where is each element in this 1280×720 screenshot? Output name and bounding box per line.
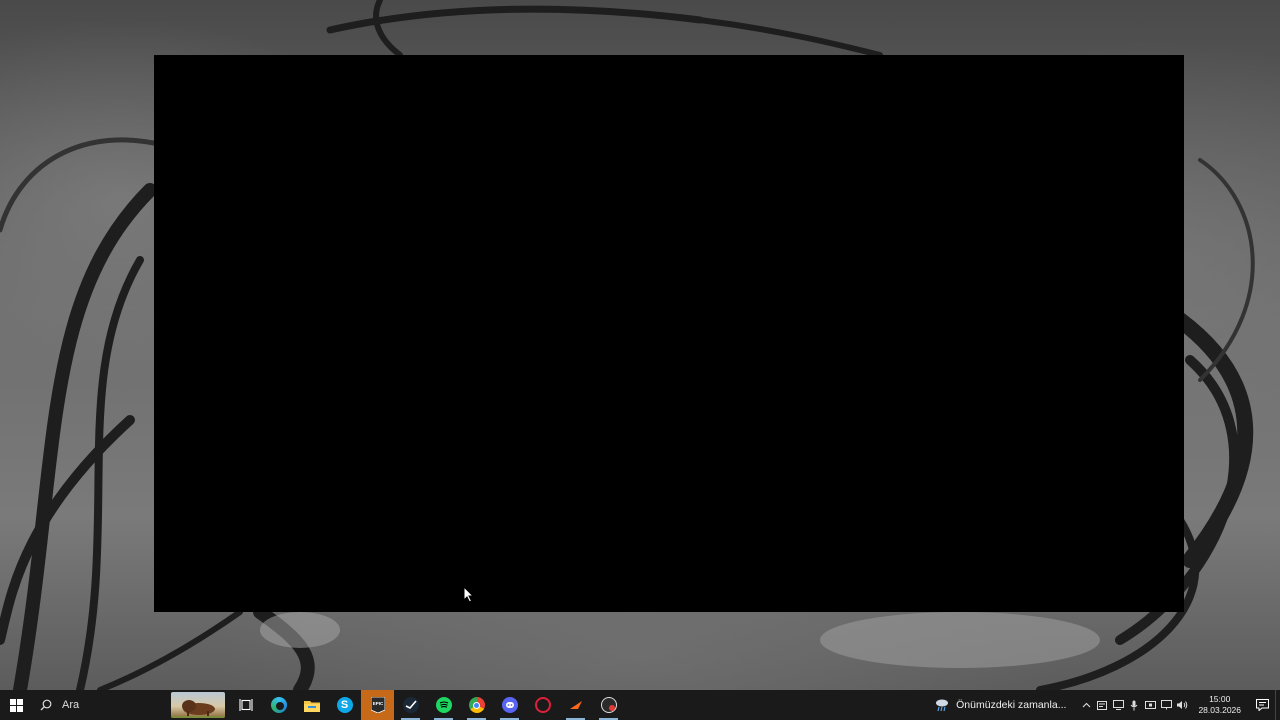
- search-highlight-image[interactable]: [171, 692, 225, 718]
- speaker-icon: [1177, 701, 1188, 709]
- skype-app[interactable]: S: [328, 690, 361, 720]
- task-view-button[interactable]: [229, 690, 262, 720]
- bison-illustration-icon: [171, 700, 225, 718]
- opera-gx-icon: [534, 697, 551, 713]
- taskbar: Ara S EPIC Önümüzdeki zamanla... 15:00 2…: [0, 690, 1280, 720]
- search-icon: [40, 699, 52, 711]
- windows-logo-icon: [9, 698, 23, 712]
- weather-text: Önümüzdeki zamanla...: [956, 699, 1067, 711]
- arrow-app[interactable]: [559, 690, 592, 720]
- steam-app[interactable]: [394, 690, 427, 720]
- steam-icon: [402, 697, 419, 713]
- network-button[interactable]: [1158, 690, 1174, 720]
- folder-icon: [303, 700, 320, 712]
- chevron-up-icon: [1082, 702, 1091, 708]
- system-tray: Önümüzdeki zamanla... 15:00 28.03.2026: [928, 690, 1280, 720]
- tray-display-button[interactable]: [1110, 690, 1126, 720]
- discord-icon: [501, 697, 518, 713]
- show-desktop-button[interactable]: [1275, 690, 1280, 720]
- desktop[interactable]: [0, 0, 1280, 690]
- chrome-app[interactable]: [460, 690, 493, 720]
- notification-icon: [1255, 699, 1269, 711]
- tray-monitor-button[interactable]: [1142, 690, 1158, 720]
- edge-app[interactable]: [262, 690, 295, 720]
- mouse-cursor-icon: [463, 586, 475, 603]
- record-app-icon: [600, 697, 617, 713]
- clock-date: 28.03.2026: [1198, 705, 1241, 715]
- display-icon: [1112, 700, 1124, 710]
- chrome-icon: [468, 697, 485, 713]
- epic-games-icon: EPIC: [370, 697, 385, 713]
- microphone-icon: [1131, 700, 1138, 710]
- epic-games-app[interactable]: EPIC: [361, 690, 394, 720]
- task-view-icon: [238, 699, 253, 711]
- spotify-app[interactable]: [427, 690, 460, 720]
- start-button[interactable]: [0, 690, 32, 720]
- clock[interactable]: 15:00 28.03.2026: [1190, 694, 1249, 716]
- opera-gx-app[interactable]: [526, 690, 559, 720]
- rain-cloud-icon: [936, 699, 949, 712]
- blank-app-window[interactable]: [154, 55, 1184, 612]
- microphone-button[interactable]: [1126, 690, 1142, 720]
- svg-text:EPIC: EPIC: [372, 701, 383, 706]
- record-app[interactable]: [592, 690, 625, 720]
- arrow-app-icon: [569, 701, 582, 709]
- weather-widget[interactable]: Önümüzdeki zamanla...: [928, 698, 1078, 712]
- search-placeholder: Ara: [62, 699, 80, 711]
- tray-app-button[interactable]: [1094, 690, 1110, 720]
- file-explorer-app[interactable]: [295, 690, 328, 720]
- show-hidden-icons-button[interactable]: [1078, 690, 1094, 720]
- tray-app-icon: [1097, 700, 1108, 710]
- network-icon: [1160, 700, 1172, 710]
- discord-app[interactable]: [493, 690, 526, 720]
- spotify-icon: [435, 697, 452, 713]
- clock-time: 15:00: [1209, 694, 1231, 704]
- volume-button[interactable]: [1174, 690, 1190, 720]
- notification-center-button[interactable]: [1249, 690, 1275, 720]
- skype-icon: S: [336, 697, 353, 713]
- monitor-icon: [1144, 701, 1156, 709]
- edge-icon: [270, 697, 287, 713]
- search-box[interactable]: Ara: [32, 690, 168, 720]
